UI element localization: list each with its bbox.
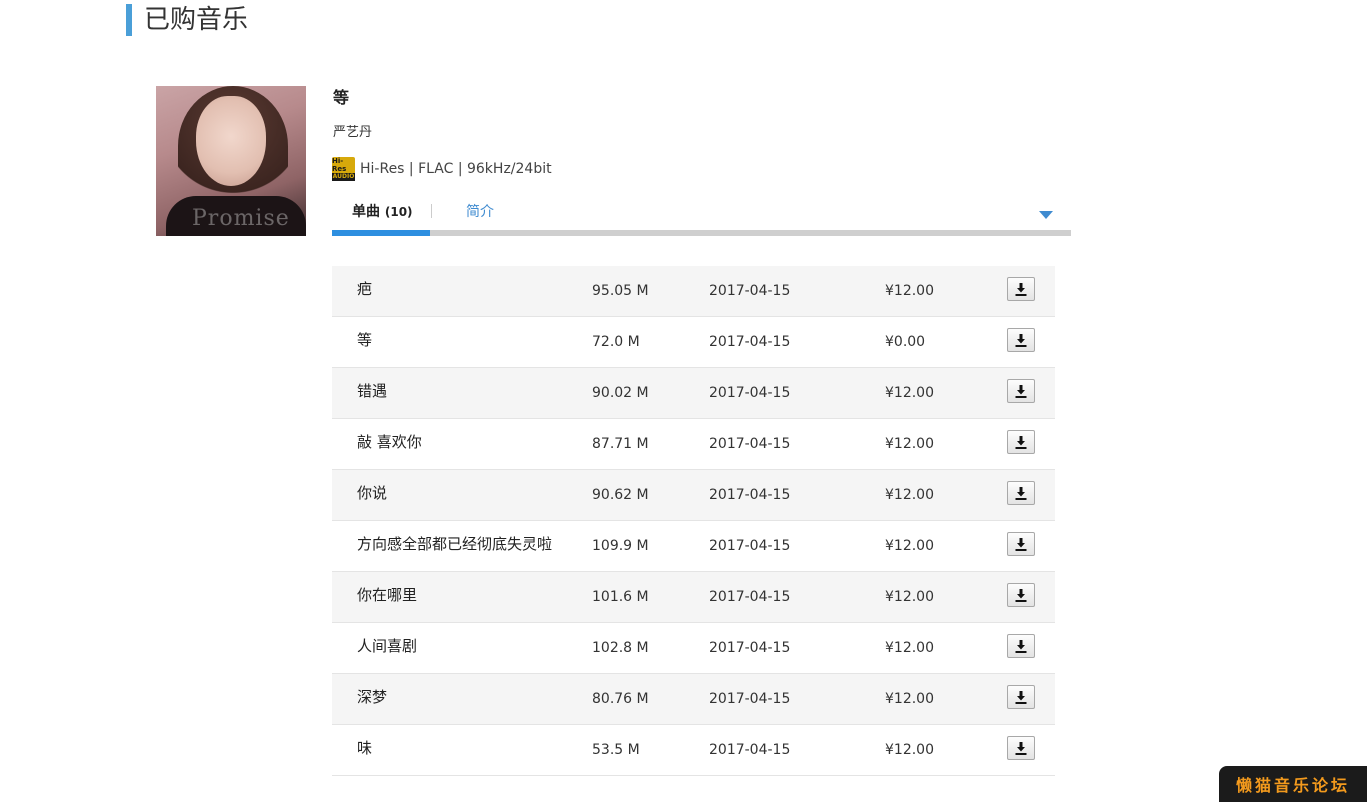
track-price: ¥12.00 <box>885 436 934 452</box>
download-button[interactable] <box>1007 685 1035 709</box>
album-tabs: 单曲 (10) 简介 <box>332 196 1071 236</box>
track-price: ¥12.00 <box>885 640 934 656</box>
track-price: ¥12.00 <box>885 691 934 707</box>
track-date: 2017-04-15 <box>709 487 791 503</box>
track-price: ¥0.00 <box>885 334 926 350</box>
table-row: 味 53.5 M 2017-04-15 ¥12.00 <box>332 725 1055 776</box>
tab-indicator-active <box>332 230 430 236</box>
track-size: 101.6 M <box>592 589 649 605</box>
cover-text: Promise <box>192 206 290 231</box>
track-date: 2017-04-15 <box>709 334 791 350</box>
download-icon <box>1015 384 1027 398</box>
download-button[interactable] <box>1007 532 1035 556</box>
tab-indicator-track <box>332 230 1071 236</box>
table-row: 深梦 80.76 M 2017-04-15 ¥12.00 <box>332 674 1055 725</box>
album-title: 等 <box>333 88 350 107</box>
track-price: ¥12.00 <box>885 283 934 299</box>
track-date: 2017-04-15 <box>709 538 791 554</box>
track-date: 2017-04-15 <box>709 691 791 707</box>
download-icon <box>1015 690 1027 704</box>
track-price: ¥12.00 <box>885 385 934 401</box>
table-row: 人间喜剧 102.8 M 2017-04-15 ¥12.00 <box>332 623 1055 674</box>
track-name: 等 <box>357 331 373 349</box>
hires-badge-bottom: AUDIO <box>331 173 356 181</box>
track-size: 95.05 M <box>592 283 649 299</box>
track-price: ¥12.00 <box>885 538 934 554</box>
track-date: 2017-04-15 <box>709 436 791 452</box>
download-icon <box>1015 435 1027 449</box>
track-name: 敲 喜欢你 <box>357 433 422 451</box>
track-name: 深梦 <box>357 688 388 706</box>
table-row: 你在哪里 101.6 M 2017-04-15 ¥12.00 <box>332 572 1055 623</box>
tab-songs[interactable]: 单曲 (10) <box>352 201 413 221</box>
track-size: 90.02 M <box>592 385 649 401</box>
hires-badge-top: Hi-Res <box>332 157 347 173</box>
album-cover[interactable]: Promise <box>156 86 306 236</box>
table-row: 你说 90.62 M 2017-04-15 ¥12.00 <box>332 470 1055 521</box>
track-name: 方向感全部都已经彻底失灵啦 <box>357 535 553 553</box>
track-size: 80.76 M <box>592 691 649 707</box>
track-date: 2017-04-15 <box>709 640 791 656</box>
forum-watermark: 懒猫音乐论坛 <box>1219 766 1367 802</box>
hires-audio-icon: Hi-Res AUDIO <box>331 157 356 181</box>
track-name: 错遇 <box>357 382 388 400</box>
download-icon <box>1015 588 1027 602</box>
download-button[interactable] <box>1007 328 1035 352</box>
table-row: 疤 95.05 M 2017-04-15 ¥12.00 <box>332 266 1055 317</box>
download-icon <box>1015 537 1027 551</box>
tab-songs-count: (10) <box>384 205 413 219</box>
track-size: 72.0 M <box>592 334 640 350</box>
chevron-down-icon[interactable] <box>1039 211 1053 219</box>
download-icon <box>1015 333 1027 347</box>
download-button[interactable] <box>1007 583 1035 607</box>
track-price: ¥12.00 <box>885 589 934 605</box>
download-button[interactable] <box>1007 430 1035 454</box>
download-icon <box>1015 741 1027 755</box>
download-button[interactable] <box>1007 736 1035 760</box>
track-size: 90.62 M <box>592 487 649 503</box>
download-button[interactable] <box>1007 634 1035 658</box>
download-button[interactable] <box>1007 481 1035 505</box>
tab-songs-label: 单曲 <box>352 204 380 220</box>
table-row: 错遇 90.02 M 2017-04-15 ¥12.00 <box>332 368 1055 419</box>
download-icon <box>1015 282 1027 296</box>
artist-name[interactable]: 严艺丹 <box>333 121 372 140</box>
track-table: 疤 95.05 M 2017-04-15 ¥12.00 等 72.0 M 201… <box>332 266 1055 776</box>
download-icon <box>1015 486 1027 500</box>
quality-info: Hi-Res AUDIO Hi-Res | FLAC | 96kHz/24bit <box>331 156 552 182</box>
track-name: 味 <box>357 739 373 757</box>
track-date: 2017-04-15 <box>709 385 791 401</box>
track-date: 2017-04-15 <box>709 283 791 299</box>
track-name: 你说 <box>357 484 388 502</box>
table-row: 方向感全部都已经彻底失灵啦 109.9 M 2017-04-15 ¥12.00 <box>332 521 1055 572</box>
download-button[interactable] <box>1007 277 1035 301</box>
download-button[interactable] <box>1007 379 1035 403</box>
track-name: 人间喜剧 <box>357 637 418 655</box>
track-price: ¥12.00 <box>885 742 934 758</box>
track-size: 87.71 M <box>592 436 649 452</box>
track-date: 2017-04-15 <box>709 742 791 758</box>
tab-separator <box>431 204 432 218</box>
page-title: 已购音乐 <box>126 4 248 36</box>
track-date: 2017-04-15 <box>709 589 791 605</box>
track-name: 你在哪里 <box>357 586 418 604</box>
track-size: 53.5 M <box>592 742 640 758</box>
track-size: 109.9 M <box>592 538 649 554</box>
quality-text: Hi-Res | FLAC | 96kHz/24bit <box>360 161 552 177</box>
cover-face <box>196 96 266 186</box>
download-icon <box>1015 639 1027 653</box>
table-row: 敲 喜欢你 87.71 M 2017-04-15 ¥12.00 <box>332 419 1055 470</box>
track-size: 102.8 M <box>592 640 649 656</box>
track-name: 疤 <box>357 280 373 298</box>
track-price: ¥12.00 <box>885 487 934 503</box>
tab-intro[interactable]: 简介 <box>466 201 494 221</box>
table-row: 等 72.0 M 2017-04-15 ¥0.00 <box>332 317 1055 368</box>
